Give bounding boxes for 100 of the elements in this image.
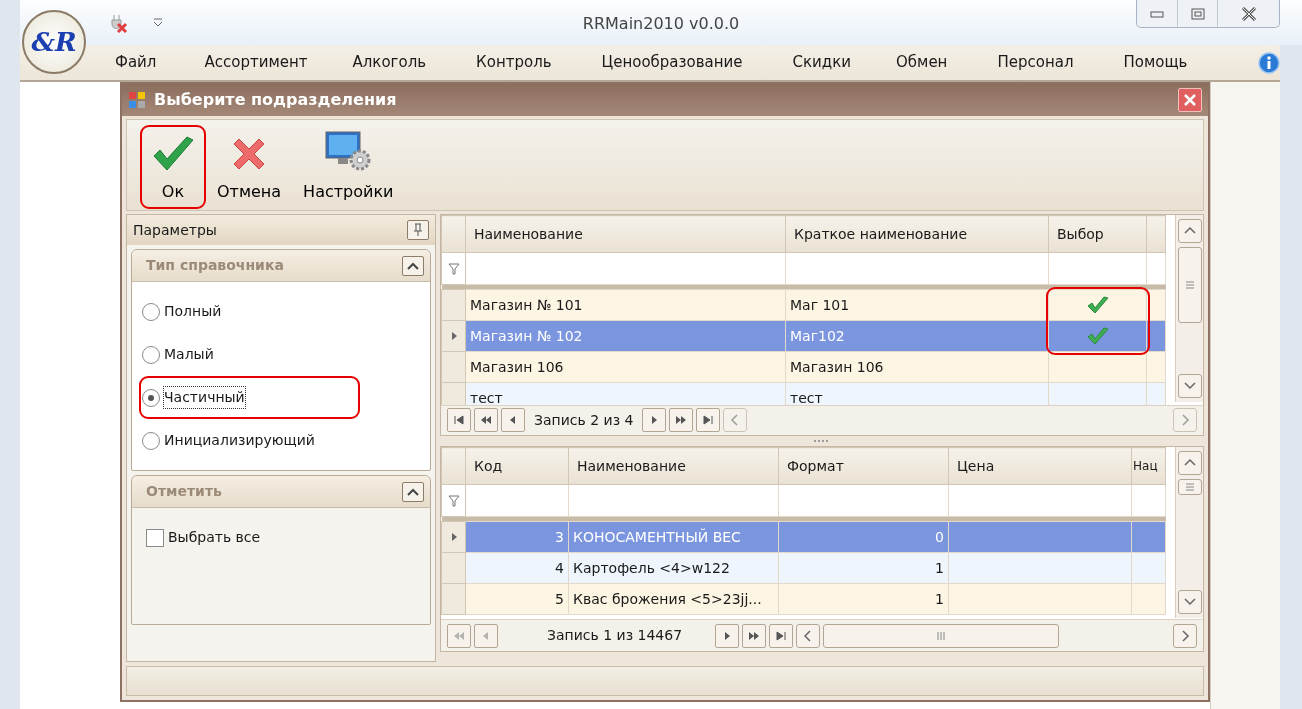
dialog-title: Выберите подразделения <box>154 89 397 111</box>
menu-item[interactable]: Файл <box>115 51 205 74</box>
settings-button[interactable]: Настройки <box>295 124 402 206</box>
table-cell: 1 <box>778 552 949 584</box>
check-cell[interactable] <box>1048 320 1147 352</box>
collapse-button[interactable] <box>402 255 424 276</box>
last-button[interactable] <box>696 408 721 433</box>
check-cell[interactable] <box>1048 289 1147 321</box>
filter-icon <box>447 494 460 507</box>
next-button[interactable] <box>715 623 740 648</box>
table-row[interactable]: тест тест <box>441 382 1166 405</box>
table-cell: КОНОСАМЕНТНЫЙ ВЕС <box>568 521 779 553</box>
radio-button[interactable] <box>142 302 160 321</box>
table-cell: 5 <box>465 583 569 615</box>
menu-item[interactable]: Обмен <box>896 51 998 74</box>
scroll-down-button[interactable] <box>1177 374 1202 398</box>
scroll-thumb[interactable] <box>1177 247 1202 323</box>
maximize-icon <box>1190 7 1205 20</box>
checkbox-label[interactable]: Выбрать все <box>168 527 261 548</box>
filter-icon <box>447 262 460 275</box>
ok-button[interactable]: Ок <box>143 128 203 206</box>
scroll-thumb[interactable] <box>1177 479 1202 495</box>
scroll-down-button[interactable] <box>1177 590 1202 614</box>
plug-icon[interactable] <box>108 12 128 33</box>
column-header[interactable]: Нац <box>1131 447 1166 485</box>
first-button[interactable] <box>447 408 471 433</box>
info-icon[interactable] <box>1258 51 1280 74</box>
check-icon <box>1086 296 1109 314</box>
close-button[interactable] <box>1178 88 1202 112</box>
last-button[interactable] <box>769 623 794 648</box>
pin-button[interactable] <box>407 220 429 240</box>
first-record-icon <box>452 413 466 428</box>
table-cell: Магазин № 102 <box>465 320 786 352</box>
column-header[interactable]: Краткое наименование <box>785 215 1049 253</box>
chevron-up-icon <box>407 487 419 496</box>
table-cell: 0 <box>778 521 949 553</box>
window-title: RRMain2010 v0.0.0 <box>581 13 741 35</box>
group-title: Отметить <box>146 482 222 501</box>
scroll-right-button[interactable] <box>1173 623 1197 648</box>
logo: &R <box>22 10 86 74</box>
table-cell: Маг102 <box>785 320 1049 352</box>
menu-item[interactable]: Ценообразование <box>601 51 793 74</box>
menu-item[interactable]: Ассортимент <box>204 51 353 74</box>
column-header[interactable]: Формат <box>778 447 949 485</box>
radio-button[interactable] <box>142 345 160 364</box>
pp-button[interactable] <box>474 408 498 433</box>
group-title: Тип справочника <box>146 256 284 275</box>
record-counter: Запись 1 из 14467 <box>546 626 684 645</box>
table-row[interactable]: Магазин № 101 Маг 101 <box>441 289 1166 321</box>
menu-item[interactable]: Контроль <box>476 51 602 74</box>
column-header[interactable]: Код <box>465 447 569 485</box>
table-cell: тест <box>465 382 786 405</box>
np-button[interactable] <box>669 408 694 433</box>
np-button[interactable] <box>742 623 767 648</box>
last-record-icon <box>774 628 789 643</box>
grip-icon <box>1184 483 1195 491</box>
grip-icon <box>1184 281 1195 289</box>
table-cell: Магазин № 101 <box>465 289 786 321</box>
table-row[interactable]: 4 Картофель <4>w122 1 <box>441 552 1166 584</box>
last-record-icon <box>701 413 716 428</box>
cancel-button[interactable]: Отмена <box>209 128 290 206</box>
collapse-button[interactable] <box>402 481 424 502</box>
menu-item[interactable]: Помощь <box>1123 51 1228 74</box>
scroll-right-button[interactable] <box>1173 408 1197 433</box>
column-header[interactable]: Выбор <box>1048 215 1147 253</box>
table-cell: Маг 101 <box>785 289 1049 321</box>
scroll-up-button[interactable] <box>1177 219 1202 243</box>
menu-item[interactable]: Скидки <box>792 51 896 74</box>
dropdown-icon[interactable] <box>152 16 164 29</box>
radio-button[interactable] <box>142 388 160 407</box>
column-header[interactable]: Наименование <box>465 215 786 253</box>
window-icon <box>128 91 146 109</box>
grip-icon <box>937 630 946 641</box>
menu-item[interactable]: Персонал <box>997 51 1124 74</box>
table-cell: Магазин 106 <box>785 351 1049 383</box>
column-header[interactable]: Цена <box>948 447 1132 485</box>
scroll-up-button[interactable] <box>1177 451 1202 475</box>
radio-label[interactable]: Полный <box>164 301 222 322</box>
checkbox[interactable] <box>146 528 164 547</box>
table-cell: 4 <box>465 552 569 584</box>
table-cell: Картофель <4>w122 <box>568 552 779 584</box>
radio-label[interactable]: Малый <box>164 344 214 365</box>
radio-button[interactable] <box>142 431 160 450</box>
next-button[interactable] <box>642 408 667 433</box>
minimize-icon <box>1150 9 1164 18</box>
close-icon <box>1184 94 1196 106</box>
chevron-up-icon <box>407 261 419 270</box>
close-icon <box>1240 6 1257 21</box>
radio-label[interactable]: Частичный <box>164 387 245 408</box>
table-cell: 3 <box>465 521 569 553</box>
table-row[interactable]: Магазин 106 Магазин 106 <box>441 351 1166 383</box>
column-header[interactable]: Наименование <box>568 447 779 485</box>
radio-label[interactable]: Инициализирующий <box>164 430 315 451</box>
horizontal-scroll-thumb[interactable] <box>823 623 1060 648</box>
record-counter: Запись 2 из 4 <box>533 410 635 430</box>
panel-title: Параметры <box>133 220 217 240</box>
prev-button[interactable] <box>501 408 525 433</box>
table-cell: тест <box>785 382 1049 405</box>
table-row[interactable]: 5 Квас брожения <5>23jj... 1 <box>441 583 1166 615</box>
menu-item[interactable]: Алкоголь <box>352 51 477 74</box>
